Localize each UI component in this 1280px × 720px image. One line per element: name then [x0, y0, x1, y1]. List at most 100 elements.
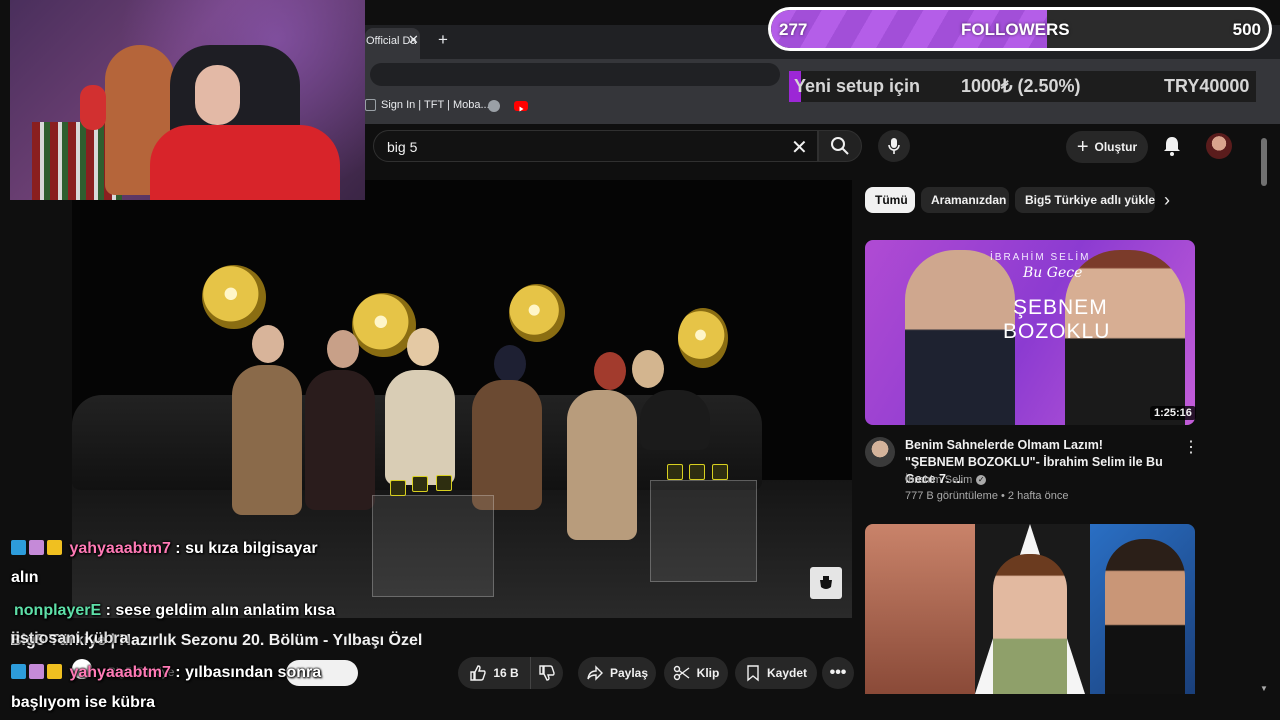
- recommendation-thumbnail[interactable]: [865, 524, 1195, 694]
- scissors-icon: [673, 665, 690, 681]
- search-query[interactable]: big 5: [387, 139, 417, 155]
- webcam-streamer-hoodie: [150, 125, 340, 200]
- more-actions-button[interactable]: •••: [822, 657, 854, 689]
- channel-watermark[interactable]: [810, 567, 842, 599]
- person: [385, 370, 455, 485]
- account-avatar[interactable]: [1206, 133, 1232, 159]
- page-scrollbar-thumb[interactable]: [1261, 138, 1267, 186]
- create-button[interactable]: + Oluştur: [1066, 131, 1148, 163]
- notifications-button[interactable]: [1162, 135, 1182, 162]
- thumbnail-text-name1: ŞEBNEM: [1013, 296, 1108, 319]
- bookmark-item[interactable]: Sign In | TFT | Moba...: [365, 99, 490, 111]
- chat-text: : su kıza bilgisayar: [175, 540, 318, 557]
- stage-light: [509, 284, 565, 342]
- save-button[interactable]: Kaydet: [735, 657, 817, 689]
- donation-goal-label: Yeni setup için: [794, 76, 921, 96]
- crown-badge-icon: [47, 540, 62, 555]
- globe-icon[interactable]: [488, 100, 500, 112]
- address-bar[interactable]: [370, 63, 780, 86]
- stage-light: [202, 265, 266, 329]
- thumbs-up-icon: [470, 665, 487, 681]
- bell-icon: [1164, 137, 1180, 156]
- clip-button[interactable]: Klip: [664, 657, 728, 689]
- like-button[interactable]: 16 B: [458, 657, 530, 689]
- chat-message-continued: iistiosani kübra: [11, 630, 129, 647]
- donation-goal-target: TRY40000: [1164, 76, 1250, 96]
- share-icon: [587, 665, 603, 681]
- thumbs-down-icon: [539, 665, 555, 681]
- glass-table: [650, 480, 757, 582]
- bookmark-icon: [747, 665, 759, 682]
- cup: [712, 464, 728, 480]
- chat-text: : yılbasından sonra: [175, 664, 322, 681]
- share-button[interactable]: Paylaş: [578, 657, 656, 689]
- crown-badge-icon: [47, 664, 62, 679]
- thumbnail-text-script: Bu Gece: [1023, 265, 1083, 281]
- chevron-right-icon[interactable]: ›: [1164, 190, 1170, 211]
- youtube-bookmark-icon[interactable]: [514, 101, 528, 112]
- thumbnail-person-right: [1105, 539, 1185, 694]
- clear-search-icon[interactable]: ✕: [791, 135, 808, 160]
- recommendation-channel-name: İbrahim Selim: [905, 474, 973, 486]
- plus-icon: +: [1076, 136, 1089, 158]
- sub-badge-icon: [29, 540, 44, 555]
- person: [640, 390, 710, 450]
- search-input[interactable]: [373, 130, 818, 162]
- person: [232, 365, 302, 515]
- chip-from-search[interactable]: Aramanızdan: [921, 187, 1009, 213]
- person-head: [327, 330, 359, 368]
- share-label: Paylaş: [609, 666, 649, 680]
- more-horizontal-icon: •••: [829, 664, 847, 681]
- create-label: Oluştur: [1094, 140, 1138, 154]
- glass-table: [372, 495, 494, 597]
- followers-label: FOLLOWERS: [961, 20, 1070, 39]
- thumbnail-text-name2: BOZOKLU: [1003, 320, 1111, 343]
- chat-message: yahyaaabtm7 : su kıza bilgisayar: [11, 540, 318, 558]
- play-icon: [519, 106, 524, 112]
- more-vertical-icon[interactable]: ⋮: [1183, 437, 1199, 457]
- person-head: [494, 345, 526, 383]
- thumbnail-person-center: [993, 554, 1067, 694]
- person: [305, 370, 375, 510]
- chip-uploader[interactable]: Big5 Türkiye adlı yükleyi: [1015, 187, 1155, 213]
- search-icon: [831, 137, 849, 155]
- chip-label: Tümü: [875, 193, 908, 207]
- cup: [390, 480, 406, 496]
- chat-username: yahyaaabtm7: [69, 664, 171, 681]
- tab-close-icon[interactable]: ✕: [408, 32, 419, 48]
- chip-label: Aramanızdan: [931, 193, 1007, 207]
- new-tab-icon[interactable]: +: [438, 30, 448, 50]
- webcam-streamer-face: [195, 65, 240, 125]
- recommendation-channel[interactable]: İbrahim Selim ✓: [905, 474, 987, 486]
- thumbnail-person-left: [905, 250, 1015, 425]
- save-label: Kaydet: [766, 666, 807, 680]
- recommendation-channel-avatar[interactable]: [865, 437, 895, 467]
- thumbnail-person-left: [865, 524, 975, 694]
- person-head: [252, 325, 284, 363]
- chat-username: yahyaaabtm7: [69, 540, 171, 557]
- cup: [412, 476, 428, 492]
- stage-light: [678, 308, 728, 368]
- thumbnail-text-top: İBRAHİM SELİM: [990, 252, 1091, 263]
- clip-label: Klip: [696, 666, 720, 680]
- person-head: [594, 352, 626, 390]
- recommendation-thumbnail[interactable]: İBRAHİM SELİM Bu Gece ŞEBNEM BOZOKLU: [865, 240, 1195, 425]
- chip-all[interactable]: Tümü: [865, 187, 915, 213]
- donation-goal-amount: 1000₺ (2.50%): [961, 76, 1081, 96]
- video-duration: 1:25:16: [1150, 406, 1196, 420]
- dislike-button[interactable]: [530, 657, 563, 689]
- search-button[interactable]: [818, 130, 862, 162]
- followers-goal-bar: 277 FOLLOWERS 500: [768, 7, 1272, 51]
- chat-text: : sese geldim alın anlatim kısa: [105, 602, 336, 619]
- prime-badge-icon: [11, 540, 26, 555]
- voice-search-button[interactable]: [878, 130, 910, 162]
- microphone-icon: [888, 138, 900, 154]
- channel-watermark-icon: [820, 576, 832, 589]
- person-head: [407, 328, 439, 366]
- scroll-down-arrow-icon[interactable]: ▼: [1260, 684, 1268, 693]
- recommendation-meta: 777 B görüntüleme • 2 hafta önce: [905, 490, 1069, 502]
- cup: [436, 475, 452, 491]
- sub-badge-icon: [29, 664, 44, 679]
- cup: [689, 464, 705, 480]
- followers-goal: 500: [1232, 20, 1261, 39]
